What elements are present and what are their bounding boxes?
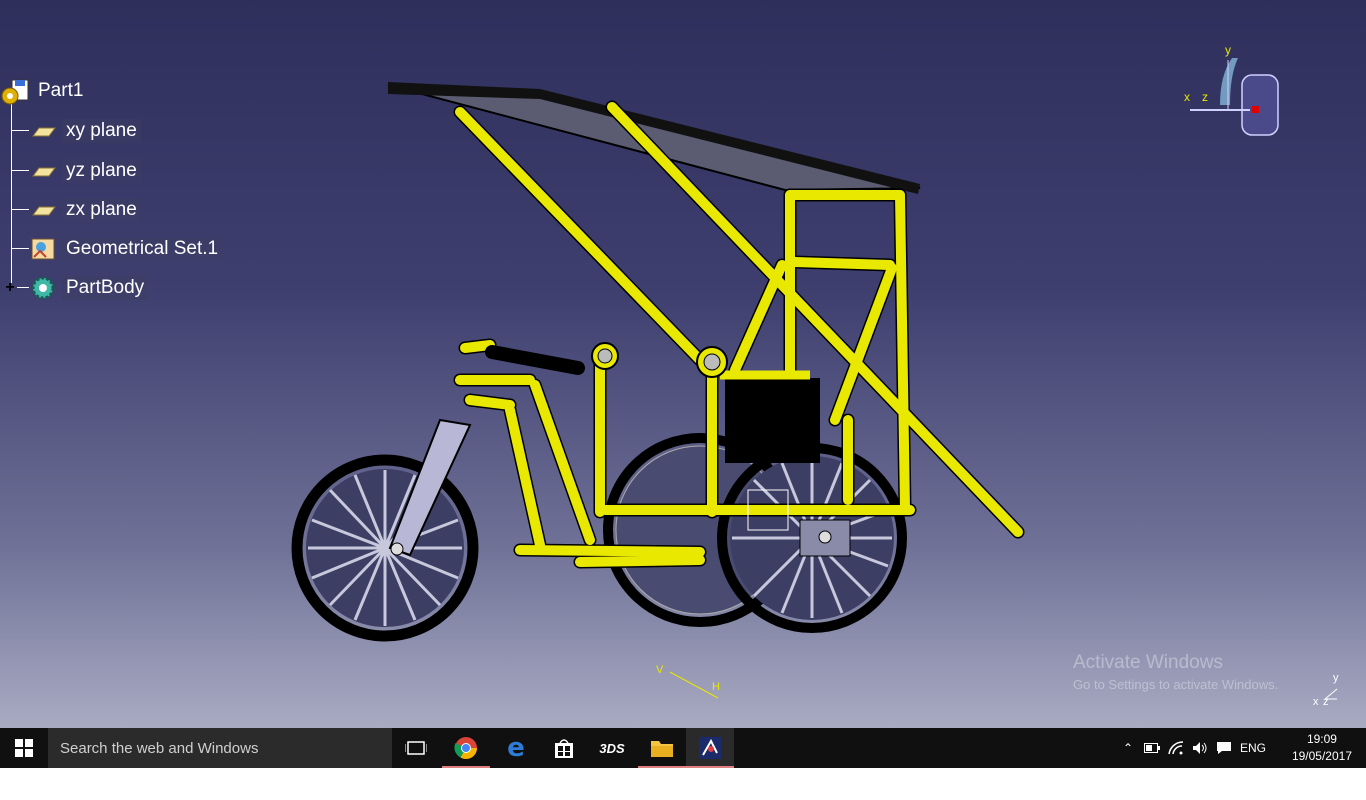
clock-time: 19:09: [1306, 732, 1337, 746]
folder-icon: [651, 741, 673, 757]
battery-icon: [1144, 743, 1160, 753]
clock[interactable]: 19:09 19/05/2017: [1292, 731, 1352, 765]
taskbar-3ds-app[interactable]: 3DS: [588, 728, 636, 768]
catia-3ds-icon: 3DS: [599, 740, 625, 756]
page-bottom-margin: [0, 768, 1366, 800]
start-button[interactable]: [0, 728, 48, 768]
taskbar-chrome[interactable]: [442, 728, 490, 768]
plane-icon: [30, 119, 56, 143]
battery-button[interactable]: [1140, 728, 1164, 768]
partbody-gear-icon: [30, 276, 56, 300]
3d-viewport[interactable]: Part1 xy plane yz plane zx plane Geometr…: [0, 0, 1366, 728]
tree-node-xy-plane[interactable]: xy plane: [0, 118, 200, 144]
mini-axis-indicator: y x z: [1305, 665, 1355, 710]
show-hidden-icons-button[interactable]: ⌃: [1116, 728, 1140, 768]
v-label: V: [656, 664, 664, 676]
language-indicator[interactable]: ENG: [1236, 728, 1270, 768]
expand-plus-icon[interactable]: +: [3, 280, 17, 296]
h-label: H: [712, 681, 720, 693]
tree-node-part1[interactable]: Part1: [0, 78, 200, 106]
geometrical-set-icon: [30, 237, 56, 261]
tree-label-root: Part1: [38, 80, 84, 101]
tree-node-geometrical-set[interactable]: Geometrical Set.1: [0, 236, 230, 262]
chrome-icon: [454, 737, 477, 759]
compass-y-label: y: [1225, 43, 1231, 57]
compass-x-label: x: [1184, 90, 1190, 104]
clock-date: 19/05/2017: [1291, 749, 1352, 763]
tree-label: Geometrical Set.1: [62, 237, 223, 261]
watermark-subtitle: Go to Settings to activate Windows.: [1073, 677, 1279, 692]
tree-branch: [11, 248, 29, 249]
volume-button[interactable]: [1188, 728, 1212, 768]
tree-branch: [11, 170, 29, 171]
tree-node-yz-plane[interactable]: yz plane: [0, 158, 200, 184]
taskbar-edge[interactable]: e: [492, 728, 540, 768]
tree-branch: [11, 209, 29, 210]
windows-taskbar: Search the web and Windows e 3DS ⌃ ENG 1…: [0, 728, 1366, 768]
hv-axis-indicator: V H: [650, 660, 730, 705]
tree-node-partbody[interactable]: + PartBody: [0, 275, 200, 301]
front-wheel: [291, 454, 479, 642]
plane-icon: [30, 159, 56, 183]
system-tray: ⌃ ENG 19:09 19/05/2017: [1116, 728, 1366, 768]
compass-widget[interactable]: y x z: [1180, 40, 1290, 145]
compass-z-label: z: [1202, 90, 1208, 104]
activate-windows-watermark: Activate Windows Go to Settings to activ…: [1073, 652, 1278, 692]
mini-z-label: z: [1323, 696, 1329, 708]
mini-y-label: y: [1333, 672, 1339, 684]
taskbar-file-explorer[interactable]: [638, 728, 686, 768]
edge-icon: e: [507, 733, 525, 763]
tree-label: zx plane: [62, 198, 141, 222]
wifi-icon: [1168, 741, 1184, 755]
mini-x-label: x: [1313, 696, 1319, 708]
tree-label: xy plane: [62, 119, 141, 143]
tree-label: PartBody: [62, 276, 149, 300]
part-icon: [0, 78, 32, 106]
network-button[interactable]: [1164, 728, 1188, 768]
seat: [725, 378, 820, 463]
search-placeholder: Search the web and Windows: [60, 739, 259, 757]
specification-tree[interactable]: Part1 xy plane yz plane zx plane Geometr…: [0, 72, 240, 312]
plane-icon: [30, 198, 56, 222]
tree-label: yz plane: [62, 159, 141, 183]
task-view-button[interactable]: [392, 728, 440, 768]
taskbar-catia[interactable]: [686, 728, 734, 768]
task-view-icon: [405, 741, 427, 755]
tree-branch: [17, 287, 29, 288]
chevron-up-icon: ⌃: [1122, 741, 1134, 755]
windows-logo-icon: [15, 739, 33, 757]
handlebar-grip: [485, 345, 585, 375]
catia-window-icon: [699, 737, 721, 759]
tree-node-zx-plane[interactable]: zx plane: [0, 197, 200, 223]
store-icon: [555, 739, 573, 758]
speaker-icon: [1193, 742, 1207, 754]
action-center-button[interactable]: [1212, 728, 1236, 768]
taskbar-store[interactable]: [540, 728, 588, 768]
tree-branch: [11, 130, 29, 131]
watermark-title: Activate Windows: [1073, 652, 1223, 673]
notification-icon: [1217, 742, 1231, 754]
search-box[interactable]: Search the web and Windows: [48, 728, 392, 768]
